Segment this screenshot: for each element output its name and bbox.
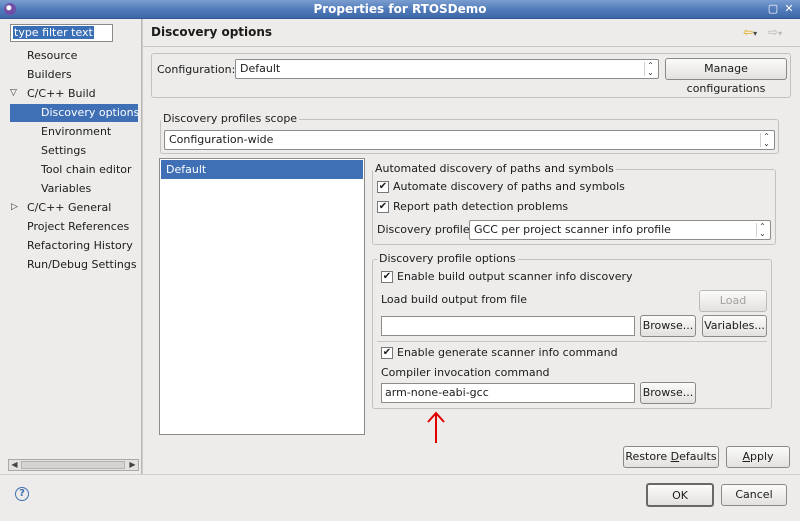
enable-generate-command-label: Enable generate scanner info command <box>397 346 618 359</box>
report-problems-checkbox[interactable]: ✔ <box>377 201 389 213</box>
tree-horizontal-scrollbar[interactable]: ◀ ▶ <box>8 459 139 471</box>
apply-button[interactable]: Apply <box>726 446 790 468</box>
browse-compiler-button[interactable]: Browse... <box>640 382 696 404</box>
scope-group-label: Discovery profiles scope <box>161 112 300 125</box>
window-title: Properties for RTOSDemo <box>313 2 487 16</box>
forward-icon[interactable]: ⇨▾ <box>768 25 782 39</box>
page-title: Discovery options <box>151 25 273 39</box>
tree-item-variables[interactable]: Variables <box>41 180 91 198</box>
property-tree: Resource Builders ▽ C/C++ Build Discover… <box>0 47 140 457</box>
tree-item-run-debug-settings[interactable]: Run/Debug Settings <box>27 256 137 274</box>
scope-combo[interactable]: Configuration-wide ⌃ ⌄ <box>164 130 775 150</box>
filter-input[interactable]: type filter text <box>10 24 113 42</box>
tree-item-settings[interactable]: Settings <box>41 142 86 160</box>
maximize-icon[interactable]: ▢ <box>766 2 780 16</box>
combo-arrows-icon: ⌃ ⌄ <box>644 62 656 77</box>
load-build-output-label: Load build output from file <box>381 293 528 306</box>
report-problems-label: Report path detection problems <box>393 200 569 213</box>
scrollbar-thumb[interactable] <box>21 461 125 469</box>
back-icon[interactable]: ⇦▾ <box>743 25 757 39</box>
auto-discovery-label: Automate discovery of paths and symbols <box>393 180 625 193</box>
close-icon[interactable]: ✕ <box>782 2 796 16</box>
restore-suffix: efaults <box>679 450 717 463</box>
configuration-value: Default <box>240 62 281 75</box>
cancel-button[interactable]: Cancel <box>721 484 787 506</box>
tree-item-builders[interactable]: Builders <box>27 66 72 84</box>
tree-item-cpp-general[interactable]: C/C++ General <box>27 199 111 217</box>
enable-build-output-checkbox[interactable]: ✔ <box>381 271 393 283</box>
tree-item-environment[interactable]: Environment <box>41 123 111 141</box>
configuration-label: Configuration: <box>157 63 236 76</box>
auto-discovery-checkbox[interactable]: ✔ <box>377 181 389 193</box>
compiler-invocation-label: Compiler invocation command <box>381 366 550 379</box>
auto-discovery-group-label: Automated discovery of paths and symbols <box>373 162 616 175</box>
combo-arrows-icon: ⌃ ⌄ <box>756 223 768 238</box>
enable-generate-command-checkbox[interactable]: ✔ <box>381 347 393 359</box>
configuration-combo[interactable]: Default ⌃ ⌄ <box>235 59 659 79</box>
apply-mnemonic: A <box>742 450 750 463</box>
expanded-twisty-icon[interactable]: ▽ <box>10 88 17 98</box>
restore-mnemonic: D <box>670 450 680 463</box>
apply-suffix: pply <box>750 450 774 463</box>
pane-splitter[interactable] <box>141 19 143 474</box>
discovery-profile-combo[interactable]: GCC per project scanner info profile ⌃ ⌄ <box>469 220 771 240</box>
title-bar: Properties for RTOSDemo ▢ ✕ <box>0 0 800 19</box>
variables-button[interactable]: Variables... <box>702 315 767 337</box>
build-output-file-field[interactable] <box>381 316 635 336</box>
footer-divider <box>0 474 800 475</box>
enable-build-output-label: Enable build output scanner info discove… <box>397 270 633 283</box>
tree-item-refactoring-history[interactable]: Refactoring History <box>27 237 133 255</box>
tree-item-discovery-options[interactable]: Discovery options <box>10 104 139 122</box>
compiler-invocation-field[interactable]: arm-none-eabi-gcc <box>381 383 635 403</box>
tree-item-tool-chain-editor[interactable]: Tool chain editor <box>41 161 132 179</box>
load-button[interactable]: Load <box>699 290 767 312</box>
scroll-left-icon[interactable]: ◀ <box>9 460 20 470</box>
filter-placeholder: type filter text <box>13 26 94 39</box>
manage-configurations-button[interactable]: Manage configurations <box>665 58 787 95</box>
restore-defaults-button[interactable]: Restore Defaults <box>623 446 719 468</box>
profile-list[interactable]: Default <box>159 158 365 435</box>
combo-arrows-icon: ⌃ ⌄ <box>760 133 772 148</box>
discovery-profile-value: GCC per project scanner info profile <box>474 223 671 236</box>
tree-item-project-references[interactable]: Project References <box>27 218 129 236</box>
profile-options-group-label: Discovery profile options <box>377 252 518 265</box>
profile-list-item[interactable]: Default <box>161 160 363 179</box>
header-divider <box>143 46 800 47</box>
restore-prefix: Restore <box>625 450 671 463</box>
scope-value: Configuration-wide <box>169 133 274 146</box>
options-divider <box>377 341 767 342</box>
collapsed-twisty-icon[interactable]: ▷ <box>11 202 18 212</box>
ok-button[interactable]: OK <box>646 483 714 507</box>
discovery-profile-label: Discovery profile: <box>377 223 474 236</box>
annotation-arrow-icon <box>427 411 445 443</box>
scroll-right-icon[interactable]: ▶ <box>127 460 138 470</box>
tree-item-resource[interactable]: Resource <box>27 47 77 65</box>
browse-build-output-button[interactable]: Browse... <box>640 315 696 337</box>
help-icon[interactable]: ? <box>15 487 29 501</box>
tree-item-cpp-build[interactable]: C/C++ Build <box>27 85 96 103</box>
